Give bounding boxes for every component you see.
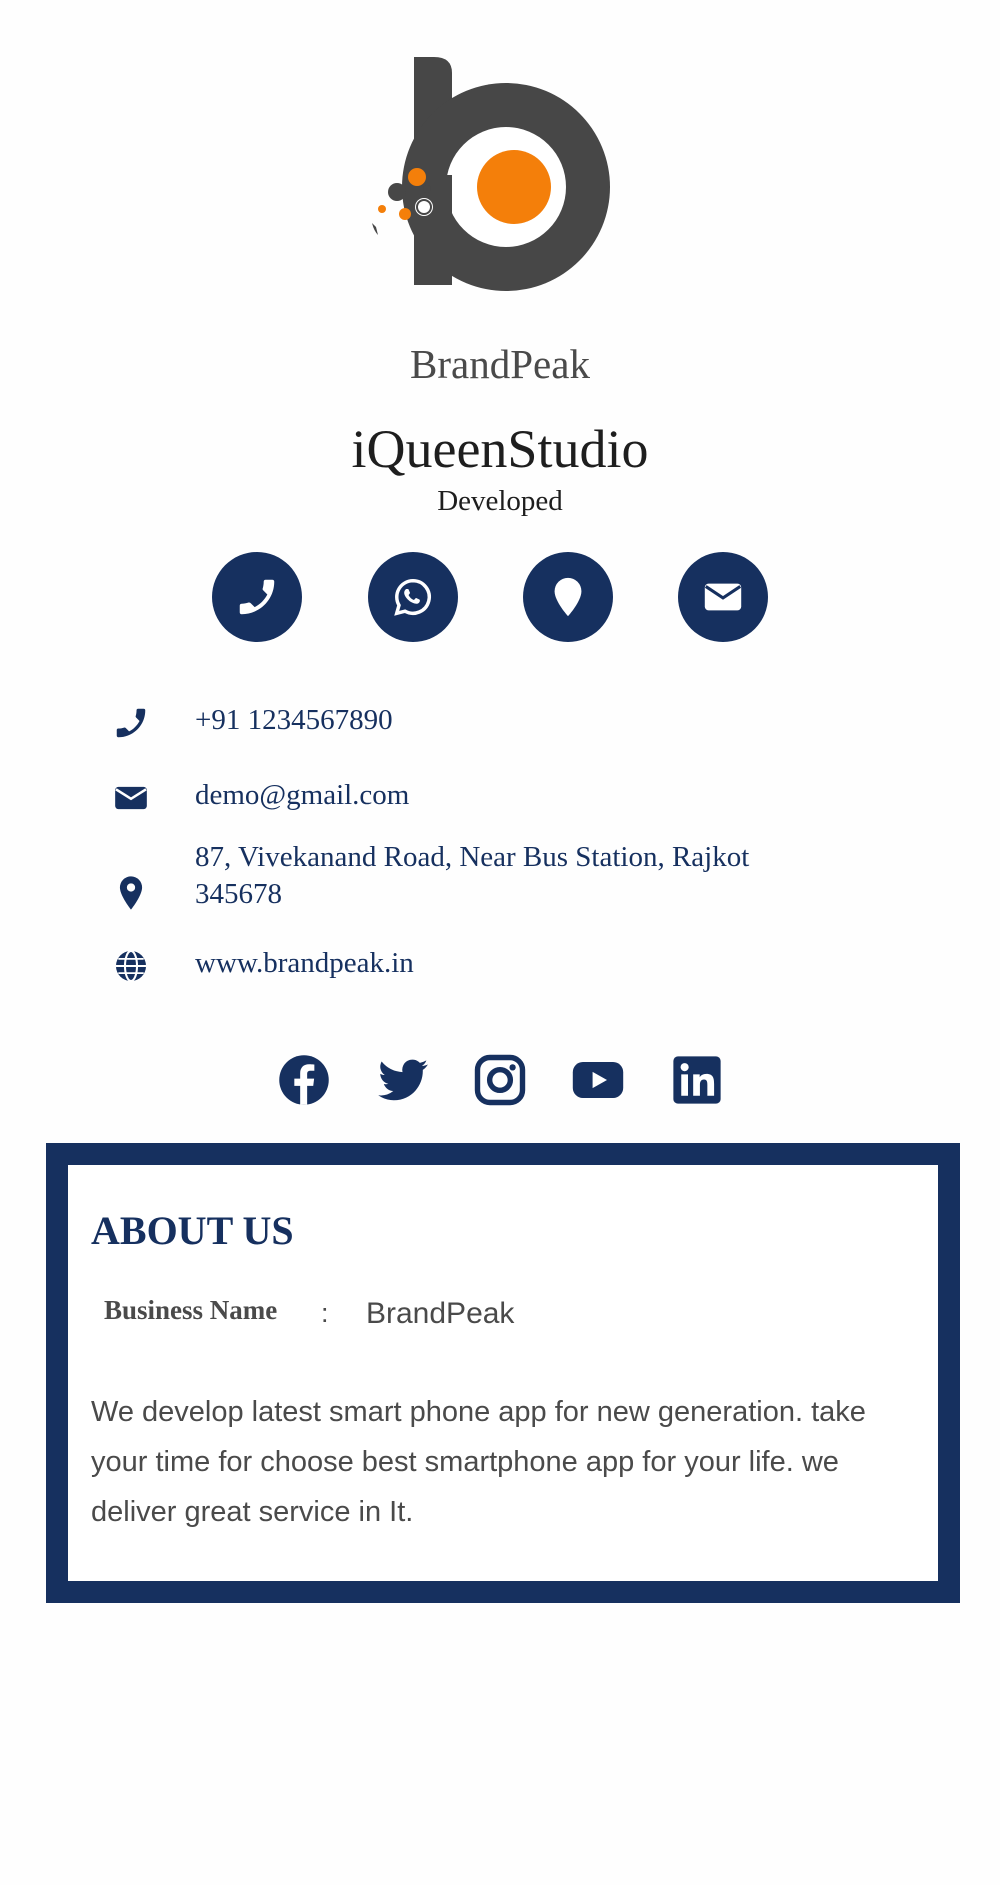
call-button[interactable]: [212, 552, 302, 642]
about-title: ABOUT US: [91, 1208, 294, 1253]
business-name-separator: :: [321, 1298, 329, 1328]
email-icon: [110, 777, 152, 819]
business-name-value: BrandPeak: [366, 1297, 515, 1330]
instagram-link[interactable]: [472, 1052, 528, 1108]
location-icon: [554, 577, 582, 617]
linkedin-icon: [673, 1056, 721, 1104]
address-line-1: 87, Vivekanand Road, Near Bus Station, R…: [195, 841, 750, 873]
about-description: We develop latest smart phone app for ne…: [91, 1396, 866, 1528]
brand-logo: [372, 57, 610, 291]
business-name-label: Business Name: [104, 1295, 278, 1325]
phone-icon: [239, 579, 275, 615]
contact-email-row[interactable]: demo@gmail.com: [110, 777, 890, 819]
contact-website[interactable]: www.brandpeak.in: [195, 945, 835, 982]
contact-phone[interactable]: +91 1234567890: [195, 702, 835, 739]
linkedin-link[interactable]: [669, 1052, 725, 1108]
contact-website-row[interactable]: www.brandpeak.in: [110, 945, 890, 987]
address-line-2: 345678: [195, 878, 282, 910]
whatsapp-icon: [394, 578, 431, 616]
contact-address[interactable]: 87, Vivekanand Road, Near Bus Station, R…: [195, 839, 835, 913]
location-button[interactable]: [523, 552, 613, 642]
twitter-icon: [378, 1059, 428, 1101]
email-icon: [704, 583, 742, 611]
instagram-icon: [474, 1054, 526, 1106]
contact-phone-row[interactable]: +91 1234567890: [110, 702, 890, 744]
subtitle: Developed: [437, 485, 563, 517]
location-icon: [110, 872, 152, 914]
contact-email[interactable]: demo@gmail.com: [195, 777, 835, 814]
email-button[interactable]: [678, 552, 768, 642]
phone-icon: [110, 702, 152, 744]
youtube-icon: [572, 1062, 624, 1098]
contact-address-row[interactable]: 87, Vivekanand Road, Near Bus Station, R…: [110, 841, 890, 914]
about-us-card: ABOUT US Business Name : BrandPeak We de…: [46, 1143, 960, 1603]
twitter-link[interactable]: [375, 1052, 431, 1108]
facebook-icon: [279, 1055, 329, 1105]
facebook-link[interactable]: [276, 1052, 332, 1108]
studio-name: iQueenStudio: [351, 419, 649, 479]
youtube-link[interactable]: [570, 1052, 626, 1108]
whatsapp-button[interactable]: [368, 552, 458, 642]
brand-name: BrandPeak: [410, 341, 590, 387]
globe-icon: [110, 945, 152, 987]
